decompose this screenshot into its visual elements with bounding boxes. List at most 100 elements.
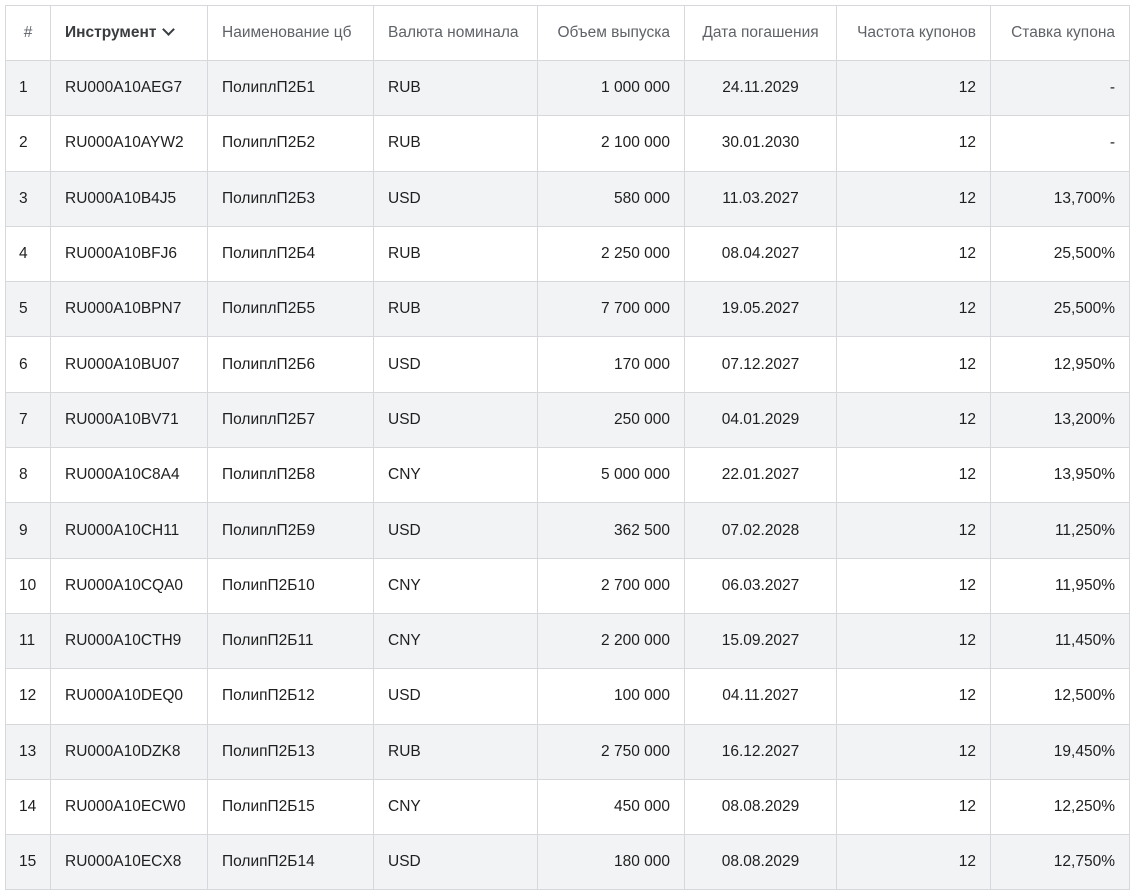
cell-currency: USD bbox=[373, 170, 538, 227]
cell-row-number: 12 bbox=[5, 668, 51, 725]
cell-currency: USD bbox=[373, 834, 538, 891]
cell-maturity-date: 08.04.2027 bbox=[684, 225, 837, 283]
table-row[interactable]: 8 RU000A10C8A4 ПолиплП2Б8 CNY 5 000 000 22.01… bbox=[5, 447, 1130, 504]
cell-row-number: 4 bbox=[5, 225, 51, 283]
table-row[interactable]: 14 RU000A10ECW0 ПолипП2Б15 CNY 450 000 08.08.… bbox=[5, 778, 1130, 836]
cell-issue-volume: 100 000 bbox=[537, 668, 685, 725]
cell-security-name: ПолиплП2Б4 bbox=[207, 225, 374, 283]
cell-coupon-frequency: 12 bbox=[836, 778, 991, 836]
cell-currency: CNY bbox=[373, 557, 538, 614]
cell-security-name: ПолиплП2Б9 bbox=[207, 502, 374, 559]
cell-coupon-rate: 11,450% bbox=[990, 612, 1130, 670]
header-maturity-date[interactable]: Дата погашения bbox=[684, 5, 837, 61]
cell-coupon-frequency: 12 bbox=[836, 336, 991, 393]
cell-issue-volume: 5 000 000 bbox=[537, 447, 685, 504]
cell-coupon-rate: - bbox=[990, 59, 1130, 117]
cell-row-number: 2 bbox=[5, 115, 51, 172]
cell-currency: CNY bbox=[373, 612, 538, 670]
cell-coupon-frequency: 12 bbox=[836, 834, 991, 891]
cell-row-number: 11 bbox=[5, 612, 51, 670]
table-row[interactable]: 9 RU000A10CH11 ПолиплП2Б9 USD 362 500 07.02.2… bbox=[5, 502, 1130, 559]
cell-maturity-date: 08.08.2029 bbox=[684, 834, 837, 891]
cell-instrument: RU000A10BFJ6 bbox=[50, 225, 208, 283]
cell-instrument: RU000A10CTH9 bbox=[50, 612, 208, 670]
header-issue-volume[interactable]: Объем выпуска bbox=[537, 5, 685, 61]
cell-security-name: ПолипП2Б13 bbox=[207, 723, 374, 780]
cell-currency: USD bbox=[373, 336, 538, 393]
cell-coupon-rate: 11,950% bbox=[990, 557, 1130, 614]
table-row[interactable]: 6 RU000A10BU07 ПолиплП2Б6 USD 170 000 07.12.2… bbox=[5, 336, 1130, 393]
cell-coupon-rate: 25,500% bbox=[990, 281, 1130, 338]
cell-security-name: ПолипП2Б10 bbox=[207, 557, 374, 614]
table-row[interactable]: 12 RU000A10DEQ0 ПолипП2Б12 USD 100 000 04.11.… bbox=[5, 668, 1130, 725]
cell-security-name: ПолиплП2Б1 bbox=[207, 59, 374, 117]
cell-currency: CNY bbox=[373, 447, 538, 504]
cell-maturity-date: 04.11.2027 bbox=[684, 668, 837, 725]
cell-security-name: ПолиплП2Б7 bbox=[207, 391, 374, 449]
table-row[interactable]: 4 RU000A10BFJ6 ПолиплП2Б4 RUB 2 250 000 08.04… bbox=[5, 225, 1130, 283]
table-row[interactable]: 5 RU000A10BPN7 ПолиплП2Б5 RUB 7 700 000 19.05… bbox=[5, 281, 1130, 338]
cell-issue-volume: 170 000 bbox=[537, 336, 685, 393]
header-row-number[interactable]: # bbox=[5, 5, 51, 61]
table-header-row: # Инструмент Наименование цб Валюта номи… bbox=[5, 5, 1130, 61]
cell-coupon-frequency: 12 bbox=[836, 447, 991, 504]
cell-security-name: ПолипП2Б11 bbox=[207, 612, 374, 670]
cell-maturity-date: 11.03.2027 bbox=[684, 170, 837, 227]
cell-coupon-rate: 13,200% bbox=[990, 391, 1130, 449]
cell-maturity-date: 24.11.2029 bbox=[684, 59, 837, 117]
table-row[interactable]: 2 RU000A10AYW2 ПолиплП2Б2 RUB 2 100 000 30.01… bbox=[5, 115, 1130, 172]
cell-issue-volume: 250 000 bbox=[537, 391, 685, 449]
cell-instrument: RU000A10C8A4 bbox=[50, 447, 208, 504]
cell-security-name: ПолиплП2Б2 bbox=[207, 115, 374, 172]
cell-security-name: ПолиплП2Б3 bbox=[207, 170, 374, 227]
table-row[interactable]: 3 RU000A10B4J5 ПолиплП2Б3 USD 580 000 11.03.2… bbox=[5, 170, 1130, 227]
cell-coupon-frequency: 12 bbox=[836, 59, 991, 117]
table-row[interactable]: 7 RU000A10BV71 ПолиплП2Б7 USD 250 000 04.01.2… bbox=[5, 391, 1130, 449]
cell-row-number: 10 bbox=[5, 557, 51, 614]
cell-maturity-date: 08.08.2029 bbox=[684, 778, 837, 836]
cell-issue-volume: 580 000 bbox=[537, 170, 685, 227]
header-security-name[interactable]: Наименование цб bbox=[207, 5, 374, 61]
cell-currency: RUB bbox=[373, 723, 538, 780]
table-row[interactable]: 10 RU000A10CQA0 ПолипП2Б10 CNY 2 700 000 06.0… bbox=[5, 557, 1130, 614]
cell-instrument: RU000A10AEG7 bbox=[50, 59, 208, 117]
table-row[interactable]: 15 RU000A10ECX8 ПолипП2Б14 USD 180 000 08.08.… bbox=[5, 834, 1130, 891]
cell-row-number: 8 bbox=[5, 447, 51, 504]
header-instrument-label: Инструмент bbox=[65, 24, 157, 41]
cell-maturity-date: 04.01.2029 bbox=[684, 391, 837, 449]
cell-maturity-date: 15.09.2027 bbox=[684, 612, 837, 670]
cell-issue-volume: 2 700 000 bbox=[537, 557, 685, 614]
table-row[interactable]: 11 RU000A10CTH9 ПолипП2Б11 CNY 2 200 000 15.0… bbox=[5, 612, 1130, 670]
cell-instrument: RU000A10CH11 bbox=[50, 502, 208, 559]
cell-maturity-date: 06.03.2027 bbox=[684, 557, 837, 614]
cell-security-name: ПолипП2Б15 bbox=[207, 778, 374, 836]
cell-coupon-rate: 13,950% bbox=[990, 447, 1130, 504]
cell-instrument: RU000A10CQA0 bbox=[50, 557, 208, 614]
cell-security-name: ПолиплП2Б5 bbox=[207, 281, 374, 338]
cell-instrument: RU000A10DZK8 bbox=[50, 723, 208, 780]
table-row[interactable]: 1 RU000A10AEG7 ПолиплП2Б1 RUB 1 000 000 24.11… bbox=[5, 59, 1130, 117]
cell-issue-volume: 180 000 bbox=[537, 834, 685, 891]
cell-instrument: RU000A10ECW0 bbox=[50, 778, 208, 836]
header-instrument[interactable]: Инструмент bbox=[50, 5, 208, 61]
chevron-down-icon bbox=[162, 23, 176, 36]
cell-instrument: RU000A10BPN7 bbox=[50, 281, 208, 338]
cell-maturity-date: 07.12.2027 bbox=[684, 336, 837, 393]
cell-maturity-date: 16.12.2027 bbox=[684, 723, 837, 780]
cell-instrument: RU000A10DEQ0 bbox=[50, 668, 208, 725]
header-coupon-frequency[interactable]: Частота купонов bbox=[836, 5, 991, 61]
cell-coupon-frequency: 12 bbox=[836, 281, 991, 338]
cell-instrument: RU000A10ECX8 bbox=[50, 834, 208, 891]
cell-security-name: ПолиплП2Б8 bbox=[207, 447, 374, 504]
table-body: 1 RU000A10AEG7 ПолиплП2Б1 RUB 1 000 000 24.11… bbox=[5, 59, 1130, 891]
cell-row-number: 7 bbox=[5, 391, 51, 449]
cell-row-number: 6 bbox=[5, 336, 51, 393]
header-coupon-rate[interactable]: Ставка купона bbox=[990, 5, 1130, 61]
cell-row-number: 15 bbox=[5, 834, 51, 891]
header-currency[interactable]: Валюта номинала bbox=[373, 5, 538, 61]
cell-security-name: ПолипП2Б14 bbox=[207, 834, 374, 891]
cell-issue-volume: 2 250 000 bbox=[537, 225, 685, 283]
cell-currency: RUB bbox=[373, 115, 538, 172]
table-row[interactable]: 13 RU000A10DZK8 ПолипП2Б13 RUB 2 750 000 16.1… bbox=[5, 723, 1130, 780]
bonds-table-container: # Инструмент Наименование цб Валюта номи… bbox=[5, 5, 1130, 891]
